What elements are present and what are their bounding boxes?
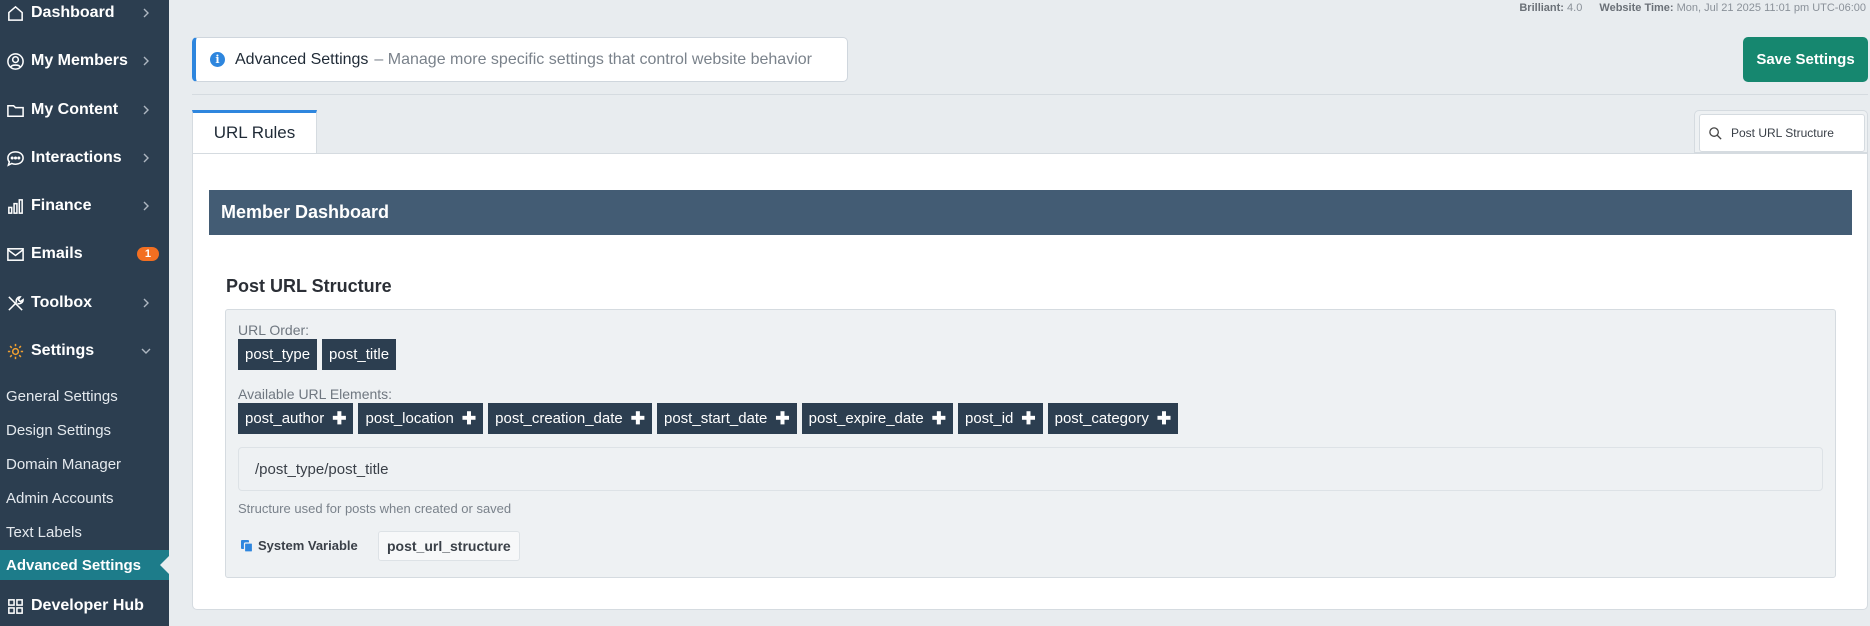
search-box xyxy=(1699,114,1865,152)
available-url-element[interactable]: post_location ✚ xyxy=(358,403,484,434)
page-description: – Manage more specific settings that con… xyxy=(374,50,812,68)
page-title-banner: i Advanced Settings – Manage more specif… xyxy=(192,37,848,82)
search-input[interactable] xyxy=(1731,126,1861,140)
plus-icon: ✚ xyxy=(1156,408,1172,428)
page-title: Advanced Settings xyxy=(235,50,369,68)
url-order-label: URL Order: xyxy=(238,322,310,338)
sidebar-item-settings[interactable]: Settings xyxy=(0,331,169,371)
sidebar-item-developer-hub[interactable]: Developer Hub xyxy=(0,586,169,626)
sidebar-item-my-members[interactable]: My Members xyxy=(0,41,169,81)
tab-url-rules[interactable]: URL Rules xyxy=(192,110,317,153)
plus-icon: ✚ xyxy=(630,408,645,428)
sidebar-item-label: Toolbox xyxy=(31,294,93,311)
sidebar-item-label: Dashboard xyxy=(31,4,115,21)
search-icon xyxy=(1709,126,1722,140)
available-url-element[interactable]: post_author ✚ xyxy=(238,403,354,434)
setting-title: Post URL Structure xyxy=(226,276,392,296)
settings-panel: Member Dashboard Post URL Structure URL … xyxy=(192,153,1868,610)
info-icon: i xyxy=(210,52,225,67)
folder-icon xyxy=(0,101,30,120)
element-label: post_creation_date xyxy=(495,410,623,427)
chat-bubble-icon xyxy=(0,149,30,168)
available-url-element[interactable]: post_start_date ✚ xyxy=(657,403,797,434)
grid-icon xyxy=(0,597,30,616)
sidebar-item-emails[interactable]: Emails 1 xyxy=(0,234,169,274)
sidebar-sub-admin-accounts[interactable]: Admin Accounts xyxy=(0,483,169,513)
website-time-label: Website Time: xyxy=(1599,2,1674,14)
element-label: post_expire_date xyxy=(808,410,924,427)
url-order-tag[interactable]: post_title xyxy=(322,339,397,370)
available-elements-label: Available URL Elements: xyxy=(238,386,393,402)
url-preview-field[interactable]: /post_type/post_title xyxy=(238,447,1823,491)
version-value: 4.0 xyxy=(1567,2,1583,14)
sidebar-sub-advanced-settings[interactable]: Advanced Settings xyxy=(0,550,169,580)
element-label: post_category xyxy=(1054,410,1149,427)
user-circle-icon xyxy=(0,52,30,71)
sidebar-item-label: Emails xyxy=(31,245,83,262)
sidebar-sub-domain-manager[interactable]: Domain Manager xyxy=(0,449,169,479)
system-variable-text: System Variable xyxy=(258,538,358,553)
sidebar-sub-general-settings[interactable]: General Settings xyxy=(0,381,169,411)
bar-chart-icon xyxy=(0,197,30,216)
tools-icon xyxy=(0,294,30,313)
plus-icon: ✚ xyxy=(332,408,347,428)
sidebar-item-label: Finance xyxy=(31,197,92,214)
chevron-right-icon xyxy=(141,8,151,18)
element-label: post_author xyxy=(245,410,325,427)
sidebar-sub-design-settings[interactable]: Design Settings xyxy=(0,415,169,445)
sidebar-item-finance[interactable]: Finance xyxy=(0,186,169,226)
url-order-tag[interactable]: post_type xyxy=(238,339,318,370)
chevron-right-icon xyxy=(141,56,151,66)
chevron-right-icon xyxy=(141,105,151,115)
sidebar-item-label: My Content xyxy=(31,101,119,118)
copy-icon xyxy=(241,539,254,553)
sidebar-item-my-content[interactable]: My Content xyxy=(0,90,169,130)
plus-icon: ✚ xyxy=(461,408,477,428)
version-label: Brilliant: xyxy=(1519,2,1564,14)
url-order-list: post_type post_title xyxy=(238,339,397,370)
website-time-value: Mon, Jul 21 2025 11:01 pm UTC-06:00 xyxy=(1676,2,1866,14)
chevron-down-icon xyxy=(141,346,151,356)
help-text: Structure used for posts when created or… xyxy=(238,501,512,516)
chevron-right-icon xyxy=(141,153,151,163)
gear-icon xyxy=(0,342,30,361)
available-url-element[interactable]: post_creation_date ✚ xyxy=(488,403,652,434)
envelope-icon xyxy=(0,245,30,264)
house-icon xyxy=(0,4,30,23)
element-label: post_start_date xyxy=(664,410,768,427)
sidebar-item-label: Settings xyxy=(31,342,95,359)
sidebar-item-toolbox[interactable]: Toolbox xyxy=(0,283,169,323)
available-elements-list: post_author ✚ post_location ✚ post_creatio… xyxy=(238,403,1179,434)
plus-icon: ✚ xyxy=(931,408,946,428)
search-container xyxy=(1694,110,1868,153)
emails-count-badge: 1 xyxy=(136,247,159,261)
header-meta: Brilliant: 4.0 Website Time: Mon, Jul 21… xyxy=(1519,2,1866,14)
divider xyxy=(192,94,1868,95)
sidebar-item-label: Developer Hub xyxy=(31,597,144,614)
plus-icon: ✚ xyxy=(1021,408,1036,428)
section-header: Member Dashboard xyxy=(209,190,1852,235)
sidebar-item-dashboard[interactable]: Dashboard xyxy=(0,0,169,33)
sidebar: Dashboard My Members My Content Interact… xyxy=(0,0,169,626)
available-url-element[interactable]: post_expire_date ✚ xyxy=(801,403,953,434)
available-url-element[interactable]: post_id ✚ xyxy=(958,403,1043,434)
available-url-element[interactable]: post_category ✚ xyxy=(1047,403,1179,434)
save-settings-button[interactable]: Save Settings xyxy=(1743,37,1868,82)
system-variable-chip[interactable]: post_url_structure xyxy=(378,531,520,561)
chevron-right-icon xyxy=(141,201,151,211)
plus-icon: ✚ xyxy=(775,408,790,428)
sidebar-item-label: My Members xyxy=(31,52,128,69)
element-label: post_location xyxy=(365,410,454,427)
element-label: post_id xyxy=(965,410,1014,427)
url-structure-box: URL Order: post_type post_title Availabl… xyxy=(225,309,1836,578)
sidebar-item-interactions[interactable]: Interactions xyxy=(0,138,169,178)
sidebar-sub-text-labels[interactable]: Text Labels xyxy=(0,517,169,547)
chevron-right-icon xyxy=(141,298,151,308)
system-variable-label: System Variable xyxy=(240,538,358,553)
sidebar-item-label: Interactions xyxy=(31,149,122,166)
